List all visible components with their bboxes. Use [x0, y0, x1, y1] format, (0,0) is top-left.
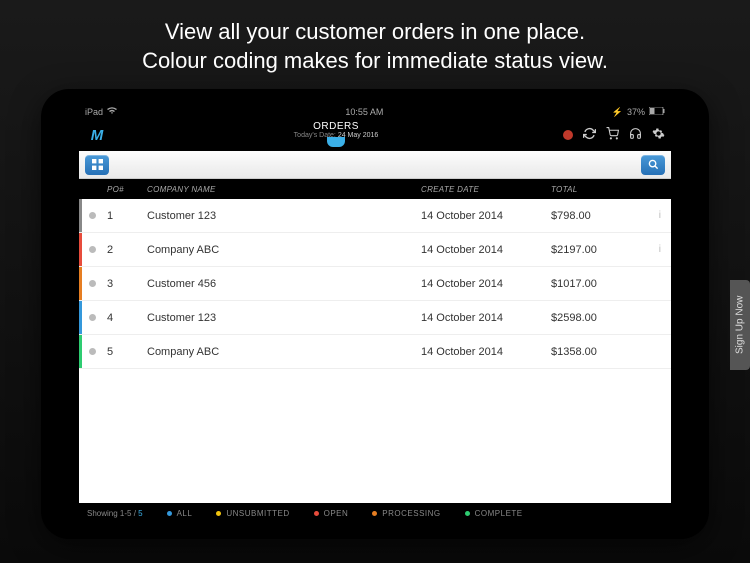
table-row[interactable]: 2 Company ABC 14 October 2014 $2197.00 i	[79, 233, 671, 267]
legend-dot-icon	[167, 511, 172, 516]
paging-summary: Showing 1-5 / 5	[87, 509, 143, 518]
cell-date: 14 October 2014	[421, 210, 551, 222]
cell-total: $2197.00	[551, 244, 641, 256]
status-legend: ALL UNSUBMITTED OPEN PROCESSING COMPLETE	[167, 509, 523, 518]
row-action-icon[interactable]: i	[641, 210, 661, 221]
signup-tab[interactable]: Sign Up Now	[730, 280, 750, 370]
cell-total: $1017.00	[551, 278, 641, 290]
cell-po: 1	[107, 210, 147, 222]
headset-icon[interactable]	[629, 127, 642, 143]
status-dot-icon	[89, 314, 96, 321]
paging-total: 5	[138, 509, 142, 518]
status-stripe	[79, 301, 82, 334]
legend-label: OPEN	[324, 509, 349, 518]
cell-po: 4	[107, 312, 147, 324]
cell-company: Company ABC	[147, 244, 421, 256]
app-logo[interactable]: M	[85, 123, 109, 147]
cell-company: Customer 456	[147, 278, 421, 290]
legend-dot-icon	[216, 511, 221, 516]
grid-view-button[interactable]	[85, 155, 109, 175]
col-header-po[interactable]: PO#	[107, 185, 147, 194]
legend-unsubmitted[interactable]: UNSUBMITTED	[216, 509, 289, 518]
cell-total: $798.00	[551, 210, 641, 222]
table-row[interactable]: 4 Customer 123 14 October 2014 $2598.00	[79, 301, 671, 335]
cell-po: 2	[107, 244, 147, 256]
clock: 10:55 AM	[345, 107, 383, 117]
app-header: M ORDERS Today's Date: 24 May 2016	[79, 119, 671, 151]
app-footer: Showing 1-5 / 5 ALL UNSUBMITTED OPEN PRO…	[79, 503, 671, 523]
table-header: PO# COMPANY NAME CREATE DATE TOTAL	[79, 179, 671, 199]
device-label: iPad	[85, 107, 103, 117]
legend-dot-icon	[372, 511, 377, 516]
legend-label: ALL	[177, 509, 193, 518]
gear-icon[interactable]	[652, 127, 665, 143]
cell-company: Company ABC	[147, 346, 421, 358]
table-body[interactable]: 1 Customer 123 14 October 2014 $798.00 i…	[79, 199, 671, 503]
sync-indicator[interactable]	[327, 137, 345, 147]
cell-date: 14 October 2014	[421, 346, 551, 358]
status-stripe	[79, 233, 82, 266]
status-dot-icon	[89, 212, 96, 219]
status-stripe	[79, 199, 82, 232]
legend-all[interactable]: ALL	[167, 509, 193, 518]
wifi-icon	[107, 107, 117, 117]
battery-icon	[649, 107, 665, 117]
legend-dot-icon	[314, 511, 319, 516]
status-stripe	[79, 335, 82, 368]
cell-date: 14 October 2014	[421, 244, 551, 256]
legend-label: PROCESSING	[382, 509, 440, 518]
col-header-total[interactable]: TOTAL	[551, 185, 641, 194]
row-action-icon[interactable]: i	[641, 244, 661, 255]
table-row[interactable]: 3 Customer 456 14 October 2014 $1017.00	[79, 267, 671, 301]
legend-processing[interactable]: PROCESSING	[372, 509, 440, 518]
page-title: ORDERS	[294, 121, 379, 132]
table-row[interactable]: 5 Company ABC 14 October 2014 $1358.00	[79, 335, 671, 369]
col-header-company[interactable]: COMPANY NAME	[147, 185, 421, 194]
battery-percent: 37%	[627, 107, 645, 117]
cart-icon[interactable]	[606, 127, 619, 143]
legend-label: UNSUBMITTED	[226, 509, 289, 518]
cell-total: $2598.00	[551, 312, 641, 324]
col-header-date[interactable]: CREATE DATE	[421, 185, 551, 194]
header-title-block: ORDERS Today's Date: 24 May 2016	[294, 121, 379, 149]
marketing-headline: View all your customer orders in one pla…	[0, 0, 750, 89]
status-dot-icon	[89, 246, 96, 253]
cell-po: 3	[107, 278, 147, 290]
charging-icon: ⚡	[612, 107, 623, 118]
legend-open[interactable]: OPEN	[314, 509, 349, 518]
cell-date: 14 October 2014	[421, 312, 551, 324]
status-stripe	[79, 267, 82, 300]
notification-badge[interactable]	[563, 130, 573, 140]
cell-date: 14 October 2014	[421, 278, 551, 290]
search-button[interactable]	[641, 155, 665, 175]
status-dot-icon	[89, 280, 96, 287]
cell-company: Customer 123	[147, 312, 421, 324]
paging-prefix: Showing 1-5 /	[87, 509, 138, 518]
tablet-frame: iPad 10:55 AM ⚡ 37% M ORDERS Today's Dat…	[41, 89, 709, 539]
toolbar	[79, 151, 671, 179]
cell-company: Customer 123	[147, 210, 421, 222]
legend-complete[interactable]: COMPLETE	[465, 509, 523, 518]
refresh-icon[interactable]	[583, 127, 596, 143]
legend-label: COMPLETE	[475, 509, 523, 518]
tablet-screen: iPad 10:55 AM ⚡ 37% M ORDERS Today's Dat…	[79, 105, 671, 523]
status-dot-icon	[89, 348, 96, 355]
cell-total: $1358.00	[551, 346, 641, 358]
legend-dot-icon	[465, 511, 470, 516]
ios-statusbar: iPad 10:55 AM ⚡ 37%	[79, 105, 671, 119]
table-row[interactable]: 1 Customer 123 14 October 2014 $798.00 i	[79, 199, 671, 233]
cell-po: 5	[107, 346, 147, 358]
